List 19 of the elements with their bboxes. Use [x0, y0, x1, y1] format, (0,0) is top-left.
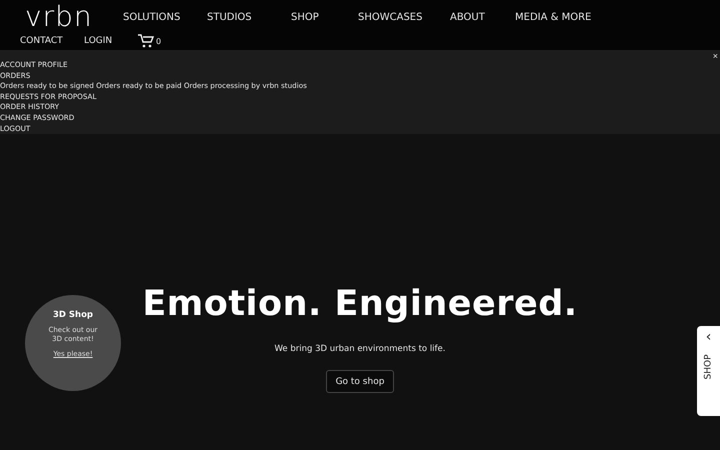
shop-side-tab[interactable]: ‹ SHOP: [697, 326, 720, 416]
nav-link[interactable]: ABOUT: [450, 12, 515, 22]
tab-label: SHOP: [704, 354, 714, 380]
arrow-text: ‹: [706, 330, 712, 344]
nav-link[interactable]: SHOWCASES: [358, 12, 450, 22]
nav-link[interactable]: SOLUTIONS: [123, 12, 207, 22]
cart-icon[interactable]: [138, 34, 154, 48]
bubble-title: 3D Shop: [52, 310, 94, 320]
headline: Emotion. Engineered.: [142, 283, 578, 326]
nav-link[interactable]: LOGIN: [84, 36, 138, 46]
go-to-shop-button[interactable]: Go to shop: [326, 370, 394, 393]
nav-link[interactable]: SHOP: [291, 12, 358, 22]
nav-link[interactable]: MEDIA & MORE: [515, 12, 605, 22]
logo[interactable]: vrbn: [25, 2, 123, 32]
nav-link[interactable]: STUDIOS: [207, 12, 291, 22]
close-button[interactable]: ×: [712, 52, 718, 61]
cart-count: 0: [156, 36, 162, 46]
nav-link[interactable]: CONTACT: [20, 36, 84, 46]
subtitle: We bring 3D urban environments to life.: [274, 344, 446, 354]
